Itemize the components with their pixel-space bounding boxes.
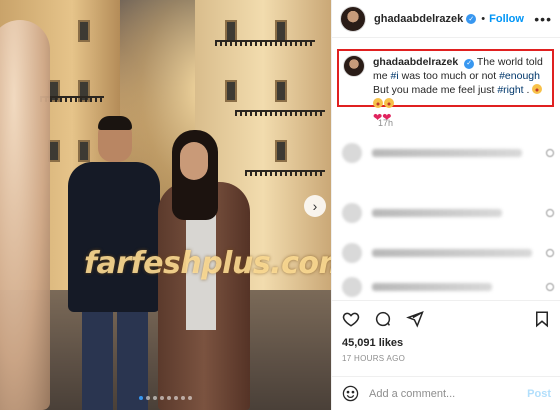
post-photo[interactable]: farfeshplus.com › <box>0 0 331 410</box>
bookmark-icon[interactable] <box>533 310 551 328</box>
hashtag-link[interactable]: #i <box>391 70 399 82</box>
post-actions: 45,091 likes 17 HOURS AGO <box>332 300 560 363</box>
heart-icon[interactable] <box>342 310 360 328</box>
hashtag-link[interactable]: #right <box>497 84 523 96</box>
caption-part: was too much or not <box>398 70 500 82</box>
post-button[interactable]: Post <box>527 388 551 400</box>
separator-dot: • <box>481 12 486 25</box>
caption-part: But you made me feel just <box>373 84 498 96</box>
verified-badge-icon: ✓ <box>464 59 475 69</box>
caption-highlight: ghadaabdelrazek ✓ The world told me #i w… <box>337 49 554 124</box>
username-link[interactable]: ghadaabdelrazek <box>374 13 463 25</box>
caption-text: ghadaabdelrazek ✓ The world told me #i w… <box>373 55 548 124</box>
post-side-panel: ghadaabdelrazek ✓ • Follow ••• ghadaabde… <box>331 0 560 410</box>
emoji-icon[interactable] <box>342 385 359 402</box>
emoji-icon <box>373 98 383 108</box>
comment-icon[interactable] <box>374 310 392 328</box>
list-item[interactable] <box>342 142 554 164</box>
list-item[interactable] <box>342 242 554 264</box>
photo-watermark: farfeshplus.com <box>84 246 331 281</box>
add-comment-bar: Add a comment... Post <box>332 376 560 410</box>
follow-button[interactable]: Follow <box>489 13 524 25</box>
emoji-icon <box>384 98 394 108</box>
list-item[interactable] <box>342 202 554 224</box>
list-item[interactable] <box>342 276 554 298</box>
caption-avatar[interactable] <box>343 55 365 77</box>
post-time[interactable]: 17 HOURS AGO <box>342 354 551 363</box>
emoji-icon <box>532 84 543 94</box>
carousel-dots <box>0 396 331 400</box>
more-options-icon[interactable]: ••• <box>534 11 552 27</box>
post-header: ghadaabdelrazek ✓ • Follow ••• <box>332 0 560 38</box>
avatar[interactable] <box>340 5 366 32</box>
statue <box>0 20 50 410</box>
share-icon[interactable] <box>406 310 424 328</box>
next-photo-button[interactable]: › <box>304 195 326 217</box>
comment-input[interactable]: Add a comment... <box>369 388 455 400</box>
caption-username[interactable]: ghadaabdelrazek <box>373 56 458 68</box>
verified-badge-icon: ✓ <box>466 13 477 24</box>
hashtag-link[interactable]: #enough <box>499 70 540 82</box>
caption-time: 17h <box>378 118 394 128</box>
likes-count[interactable]: 45,091 likes <box>342 337 551 349</box>
caption-part: . <box>523 84 533 96</box>
